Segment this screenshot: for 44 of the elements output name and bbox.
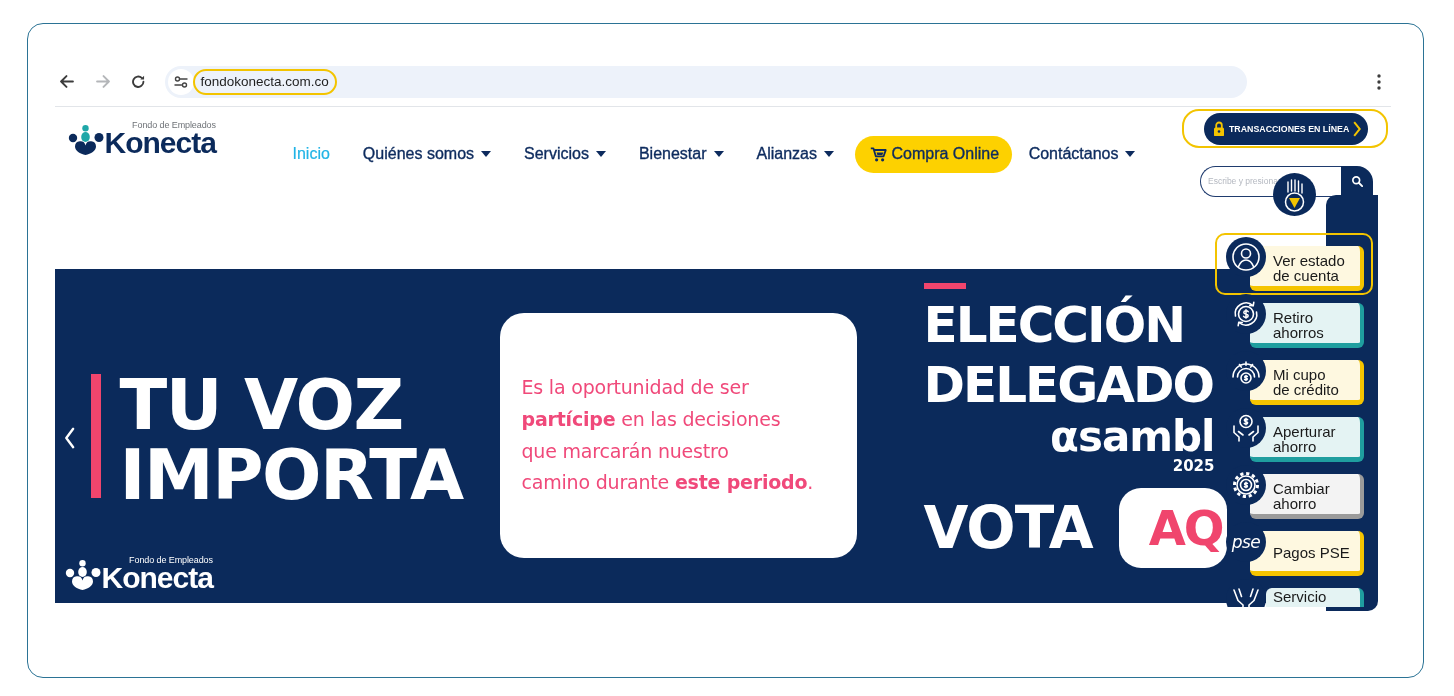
transactions-button[interactable]: TRANSACCIONES EN LÍNEA bbox=[1204, 112, 1369, 145]
chevron-left-icon[interactable] bbox=[63, 426, 75, 449]
vote-text: VOTA bbox=[923, 497, 1093, 558]
logo-tagline: Fondo de Empleados bbox=[132, 119, 216, 130]
caret-icon bbox=[1125, 151, 1136, 157]
cart-icon bbox=[869, 146, 887, 162]
lock-icon bbox=[1213, 120, 1225, 137]
year-text: 2025 bbox=[1172, 458, 1215, 474]
quick-link-button[interactable]: Servicio bbox=[1266, 588, 1364, 607]
logo-wordmark: Konecta bbox=[104, 129, 216, 156]
back-arrow-icon[interactable] bbox=[59, 75, 74, 88]
nav-link[interactable]: Contáctanos bbox=[1012, 144, 1152, 164]
logo-wordmark: Konecta bbox=[101, 564, 213, 591]
people-icon bbox=[64, 559, 101, 590]
caret-icon bbox=[824, 151, 834, 157]
quick-link-button[interactable]: Retiro ahorros bbox=[1250, 303, 1364, 348]
chevron-right-icon bbox=[1353, 120, 1362, 137]
quick-link-button[interactable]: Cambiar ahorro bbox=[1250, 474, 1364, 519]
search-icon bbox=[1351, 175, 1363, 187]
message-text: Es la oportunidad de ser partícipe en las decisiones que marcarán nuestro camino durante este periodo. bbox=[521, 375, 814, 496]
assembly-wordmark: αsambl bbox=[1050, 414, 1215, 459]
quick-link-button[interactable]: Mi cupo de crédito bbox=[1250, 360, 1364, 405]
logo-tagline: Fondo de Empleados bbox=[129, 554, 213, 565]
vote-pill: AQ bbox=[1118, 487, 1227, 568]
nav-link[interactable]: Bienestar bbox=[622, 144, 741, 164]
url-text: fondokonecta.com.co bbox=[192, 68, 337, 95]
quick-link-button[interactable]: Ver estado de cuenta bbox=[1250, 246, 1364, 291]
nav-link[interactable]: Alianzas bbox=[740, 144, 851, 164]
search-button[interactable] bbox=[1341, 165, 1373, 197]
caret-icon bbox=[481, 151, 492, 157]
caret-icon bbox=[595, 151, 606, 157]
shop-button[interactable]: Compra Online bbox=[854, 135, 1013, 173]
people-icon bbox=[67, 124, 104, 155]
caret-icon bbox=[713, 151, 724, 157]
address-bar[interactable]: fondokonecta.com.co bbox=[164, 65, 1247, 98]
reload-icon[interactable] bbox=[132, 75, 145, 88]
title-text: ELECCIÓN DELEGADO bbox=[923, 294, 1213, 415]
nav-link[interactable]: Servicios bbox=[507, 144, 623, 164]
headline-text: TU VOZ IMPORTA bbox=[119, 369, 463, 510]
quick-link-button[interactable]: Aperturar ahorro bbox=[1250, 417, 1364, 462]
accent-bar bbox=[923, 282, 966, 289]
nav-link[interactable]: Quiénes somos bbox=[346, 144, 508, 164]
more-options-icon[interactable] bbox=[1377, 73, 1381, 90]
tune-icon[interactable] bbox=[167, 68, 194, 95]
